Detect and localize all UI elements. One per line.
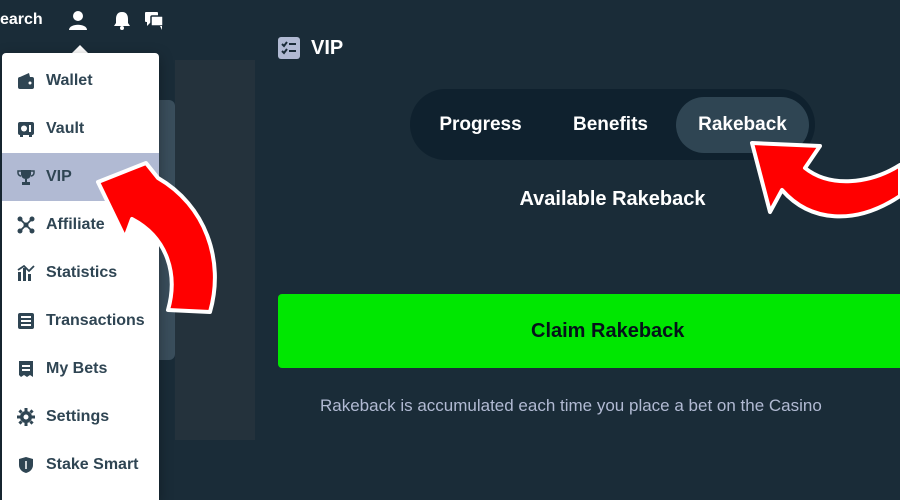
menu-item-label: Settings [46, 408, 110, 425]
menu-item-affiliate[interactable]: Affiliate [2, 201, 159, 249]
menu-item-vip[interactable]: VIP [2, 153, 159, 201]
chat-icon[interactable] [143, 9, 165, 31]
vault-icon [16, 119, 36, 139]
user-dropdown-menu: Wallet Vault VIP Affiliate Statistics Tr… [2, 53, 159, 500]
page-title: VIP [311, 36, 344, 59]
menu-item-label: Affiliate [46, 216, 105, 233]
tab-benefits[interactable]: Benefits [548, 97, 673, 153]
menu-item-label: Wallet [46, 72, 93, 89]
menu-item-stake-smart[interactable]: Stake Smart [2, 441, 159, 489]
menu-item-settings[interactable]: Settings [2, 393, 159, 441]
transactions-icon [16, 311, 36, 331]
menu-item-my-bets[interactable]: My Bets [2, 345, 159, 393]
menu-item-label: Vault [46, 120, 85, 137]
menu-item-label: Statistics [46, 264, 118, 281]
rakeback-note: Rakeback is accumulated each time you pl… [320, 396, 822, 415]
menu-item-label: VIP [46, 168, 72, 185]
bets-icon [16, 359, 36, 379]
tab-bar: Progress Benefits Rakeback [410, 89, 815, 160]
menu-item-label: Stake Smart [46, 456, 139, 473]
shield-icon [16, 455, 36, 475]
tab-progress[interactable]: Progress [418, 97, 543, 153]
menu-item-wallet[interactable]: Wallet [2, 57, 159, 105]
trophy-icon [16, 167, 36, 187]
affiliate-icon [16, 215, 36, 235]
checklist-icon [277, 36, 301, 60]
menu-item-transactions[interactable]: Transactions [2, 297, 159, 345]
user-icon[interactable] [67, 9, 89, 31]
backdrop-panel [175, 60, 255, 440]
menu-item-vault[interactable]: Vault [2, 105, 159, 153]
menu-item-label: Transactions [46, 312, 145, 329]
available-rakeback-label: Available Rakeback [519, 188, 706, 210]
menu-item-statistics[interactable]: Statistics [2, 249, 159, 297]
bell-icon[interactable] [111, 9, 133, 31]
main-content: VIP Progress Benefits Rakeback Available… [265, 0, 900, 500]
tab-rakeback[interactable]: Rakeback [676, 97, 809, 153]
top-bar: earch [0, 0, 265, 42]
claim-rakeback-button[interactable]: Claim Rakeback [278, 294, 900, 368]
menu-caret [72, 45, 88, 53]
menu-item-label: My Bets [46, 360, 108, 377]
gear-icon [16, 407, 36, 427]
search-label[interactable]: earch [0, 11, 43, 29]
wallet-icon [16, 71, 36, 91]
statistics-icon [16, 263, 36, 283]
page-header: VIP [277, 36, 343, 60]
